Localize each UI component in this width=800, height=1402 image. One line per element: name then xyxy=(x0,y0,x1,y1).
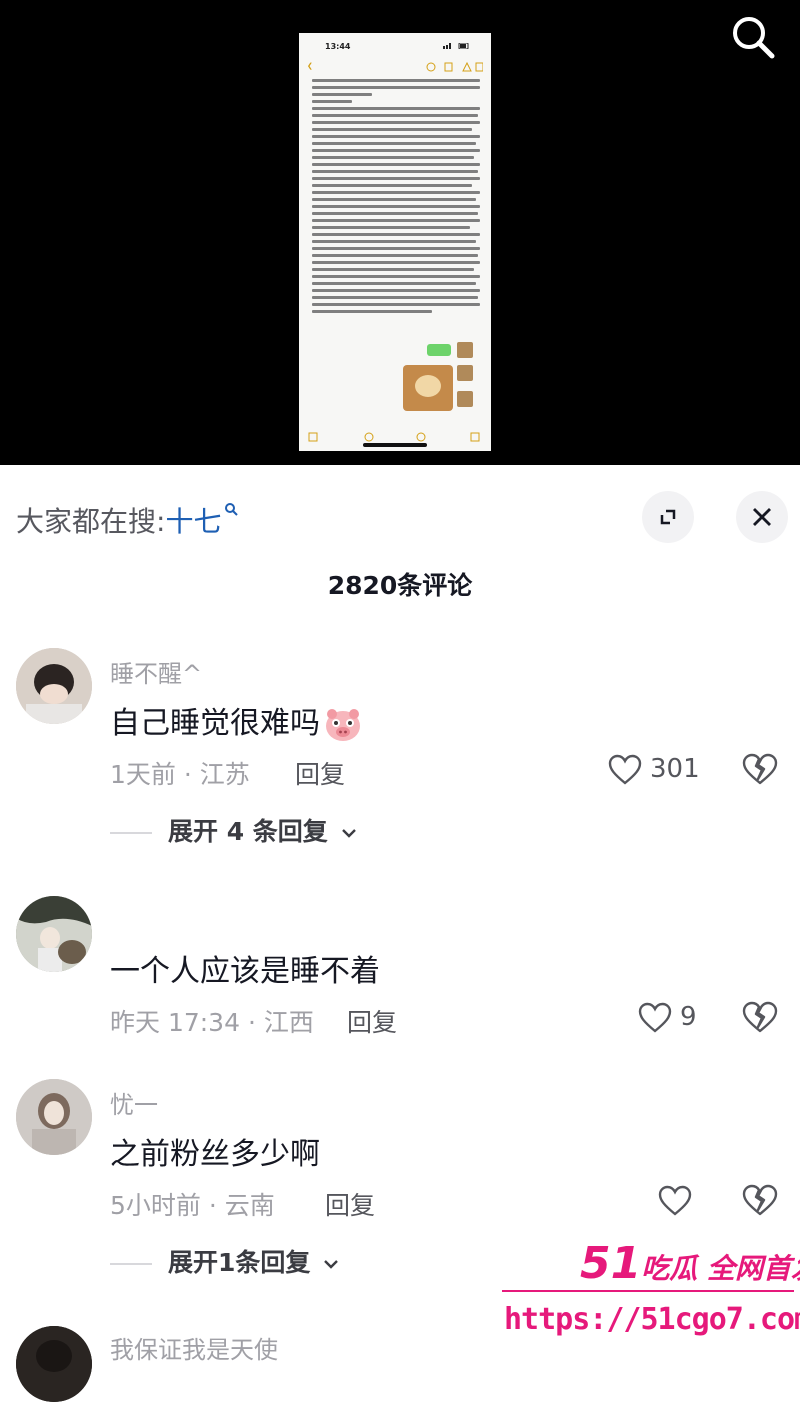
phone-chat-avatar xyxy=(457,365,473,381)
video-area[interactable]: 13:44 ❮ xyxy=(0,0,800,465)
watermark-url: https://51cgo7.com xyxy=(504,1302,800,1337)
small-search-icon xyxy=(225,503,239,516)
watermark: 51吃瓜 全网首发 https://51cgo7.com xyxy=(498,1238,800,1350)
broken-heart-icon xyxy=(742,753,778,785)
avatar[interactable] xyxy=(16,1326,92,1402)
chevron-down-icon xyxy=(324,1260,339,1269)
expand-replies-label: 展开 4 条回复 xyxy=(168,817,328,846)
like-button[interactable]: 9 xyxy=(638,998,708,1038)
dislike-button[interactable] xyxy=(742,752,782,792)
like-count: 9 xyxy=(680,1002,697,1032)
avatar[interactable] xyxy=(16,648,92,724)
bear-sticker-image xyxy=(403,365,453,411)
expand-replies-button[interactable]: 展开1条回复 xyxy=(110,1243,340,1279)
broken-heart-icon xyxy=(742,1001,778,1033)
heart-icon xyxy=(608,754,642,785)
reply-button[interactable]: 回复 xyxy=(347,1003,397,1039)
phone-back-icon: ❮ xyxy=(307,62,313,70)
comment-username[interactable]: 忧一 xyxy=(110,1085,158,1120)
search-suggestion-prefix: 大家都在搜: xyxy=(16,505,166,538)
comment-meta: 1天前 · 江苏 xyxy=(110,760,250,789)
reply-button[interactable]: 回复 xyxy=(325,1186,375,1222)
comment-count: 2820条评论 xyxy=(327,571,473,600)
expand-button[interactable] xyxy=(642,491,694,543)
comment-text: 一个人应该是睡不着 xyxy=(110,954,380,989)
comment-text: 之前粉丝多少啊 xyxy=(110,1137,320,1172)
embedded-phone-screenshot: 13:44 ❮ xyxy=(299,33,491,451)
search-suggestion-keyword[interactable]: 十七 xyxy=(165,505,221,538)
dislike-button[interactable] xyxy=(742,1183,782,1223)
search-icon[interactable] xyxy=(728,12,778,62)
divider xyxy=(110,1263,152,1265)
avatar[interactable] xyxy=(16,896,92,972)
watermark-brand-text: 吃瓜 全网首发 xyxy=(641,1252,800,1285)
expand-replies-label: 展开1条回复 xyxy=(168,1248,311,1277)
like-button[interactable]: 301 xyxy=(608,750,708,790)
expand-icon xyxy=(660,509,676,525)
phone-notes-toolbar: ❮ xyxy=(299,59,491,75)
broken-heart-icon xyxy=(742,1184,778,1216)
watermark-divider xyxy=(502,1290,794,1292)
heart-icon xyxy=(658,1185,692,1216)
search-suggestion[interactable]: 大家都在搜:十七 xyxy=(16,500,239,540)
like-button[interactable] xyxy=(658,1181,698,1221)
chevron-down-icon xyxy=(341,829,356,838)
comment-username[interactable]: 睡不醒^ xyxy=(110,654,202,689)
watermark-brand-number: 51 xyxy=(580,1238,642,1289)
phone-chat-avatar xyxy=(457,342,473,358)
comment-text: 自己睡觉很难吗 xyxy=(110,698,362,742)
phone-home-indicator xyxy=(363,443,427,447)
avatar-image xyxy=(16,1326,92,1402)
heart-icon xyxy=(638,1002,672,1033)
watermark-brand: 51吃瓜 全网首发 xyxy=(580,1238,800,1289)
comment-meta: 昨天 17:34 · 江西 xyxy=(110,1008,314,1037)
phone-status-bar: 13:44 xyxy=(299,33,491,59)
avatar-image xyxy=(16,648,92,724)
like-count: 301 xyxy=(650,754,700,784)
expand-replies-button[interactable]: 展开 4 条回复 xyxy=(110,812,358,848)
avatar-image xyxy=(16,896,92,972)
phone-toolbar-icons xyxy=(426,62,483,72)
phone-time: 13:44 xyxy=(325,42,351,51)
divider xyxy=(110,832,152,834)
signal-icon xyxy=(443,43,469,49)
comment-text-content: 自己睡觉很难吗 xyxy=(110,706,320,741)
phone-chat-bubble xyxy=(427,344,451,356)
close-button[interactable] xyxy=(736,491,788,543)
pig-face-icon xyxy=(326,708,360,741)
comment-username[interactable]: 我保证我是天使 xyxy=(110,1330,278,1365)
close-icon xyxy=(753,508,771,526)
phone-note-text xyxy=(312,79,482,317)
phone-chat-avatar xyxy=(457,391,473,407)
avatar-image xyxy=(16,1079,92,1155)
dislike-button[interactable] xyxy=(742,1000,782,1040)
comment-meta: 5小时前 · 云南 xyxy=(110,1191,275,1220)
avatar[interactable] xyxy=(16,1079,92,1155)
reply-button[interactable]: 回复 xyxy=(295,755,345,791)
